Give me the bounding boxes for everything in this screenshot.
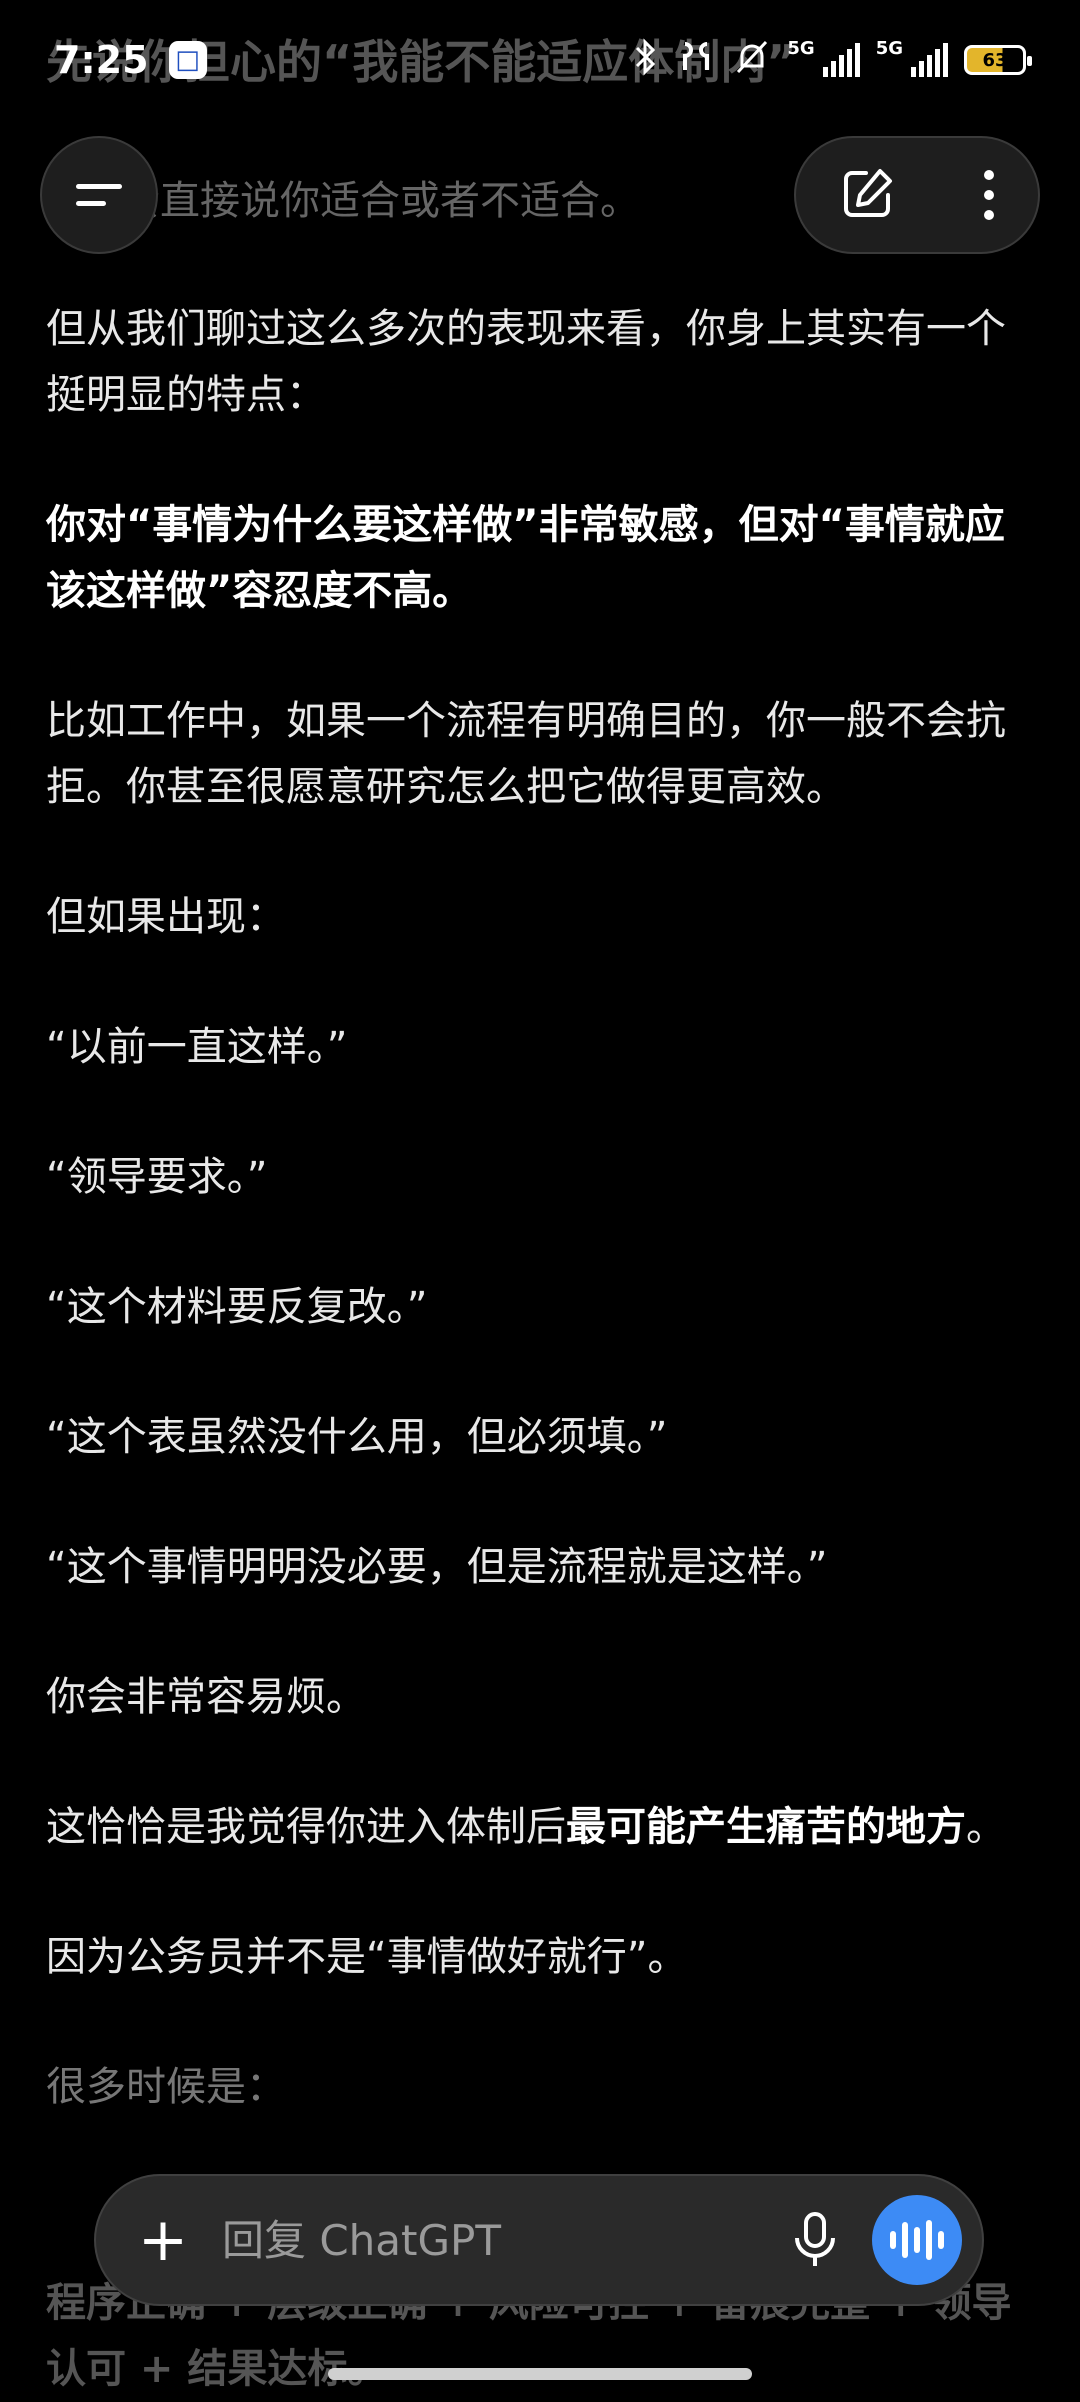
- paragraph: 因为公务员并不是“事情做好就行”。: [46, 1934, 688, 1980]
- quote-line: “领导要求。”: [46, 1154, 268, 1200]
- microphone-icon[interactable]: [778, 2203, 852, 2277]
- paragraph: 比如工作中，如果一个流程有明确目的，你一般不会抗拒。你甚至很愿意研究怎么把它做得…: [46, 698, 1006, 810]
- hamburger-icon: [76, 184, 122, 189]
- network-type-1: 5G: [787, 37, 815, 59]
- plus-icon[interactable]: +: [126, 2210, 200, 2270]
- quote-line: “这个材料要反复改。”: [46, 1284, 428, 1330]
- more-vertical-icon[interactable]: [984, 170, 994, 220]
- hamburger-icon-line: [76, 201, 106, 206]
- mixed-bold: 最可能产生痛苦的地方: [566, 1804, 966, 1850]
- muted-bell-icon: [733, 38, 771, 83]
- status-left: 7:25 □: [54, 38, 207, 82]
- mixed-paragraph: 这恰恰是我觉得你进入体制后最可能产生痛苦的地方。: [46, 1794, 1036, 1860]
- bluetooth-icon: [631, 37, 661, 83]
- mixed-prefix: 这恰恰是我觉得你进入体制后: [46, 1804, 566, 1850]
- signal-icon-2: [911, 43, 948, 77]
- paragraph: 你会非常容易烦。: [46, 1674, 366, 1720]
- top-actions: [794, 136, 1040, 254]
- status-time: 7:25: [54, 38, 149, 82]
- battery-indicator: 63: [964, 45, 1032, 75]
- quote-line: “这个表虽然没什么用，但必须填。”: [46, 1414, 668, 1460]
- status-right: 5G 5G 63: [631, 37, 1032, 83]
- message-content: 但从我们聊过这么多次的表现来看，你身上其实有一个挺明显的特点： 你对“事情为什么…: [46, 296, 1036, 2184]
- quote-line: “这个事情明明没必要，但是流程就是这样。”: [46, 1544, 828, 1590]
- paragraph-bold: 你对“事情为什么要这样做”非常敏感，但对“事情就应该这样做”容忍度不高。: [46, 502, 1005, 614]
- edit-icon[interactable]: [840, 165, 896, 225]
- mixed-suffix: 。: [966, 1804, 1006, 1850]
- paragraph-faded: 很多时候是：: [46, 2064, 286, 2110]
- composer-bar: +: [94, 2174, 984, 2306]
- paragraph: 但如果出现：: [46, 894, 286, 940]
- earbuds-icon: [677, 38, 717, 83]
- reply-input[interactable]: [220, 2214, 778, 2266]
- quote-line: “以前一直这样。”: [46, 1024, 348, 1070]
- home-indicator[interactable]: [328, 2368, 752, 2380]
- app-notification-icon: □: [168, 41, 207, 79]
- menu-button[interactable]: [40, 136, 158, 254]
- network-type-2: 5G: [875, 37, 903, 59]
- faded-line-text: 会直接说你适合或者不适合。: [120, 178, 640, 224]
- voice-mode-icon[interactable]: [872, 2195, 962, 2285]
- status-bar: 7:25 □ 5G 5G 63: [0, 0, 1080, 120]
- paragraph: 但从我们聊过这么多次的表现来看，你身上其实有一个挺明显的特点：: [46, 306, 1006, 418]
- signal-icon-1: [822, 43, 860, 77]
